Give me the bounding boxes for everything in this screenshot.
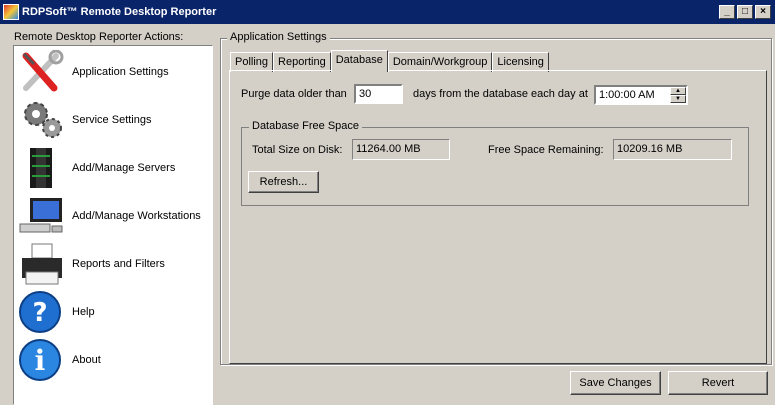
app-icon bbox=[3, 4, 19, 20]
action-about[interactable]: i About bbox=[18, 338, 212, 382]
action-label: Add/Manage Servers bbox=[72, 162, 176, 174]
maximize-button[interactable]: □ bbox=[737, 5, 753, 19]
purge-suffix-label: days from the database each day at bbox=[413, 88, 588, 100]
total-size-label: Total Size on Disk: bbox=[252, 144, 343, 156]
action-label: Reports and Filters bbox=[72, 258, 165, 270]
action-label: Add/Manage Workstations bbox=[72, 210, 201, 222]
svg-text:?: ? bbox=[32, 298, 47, 328]
window-title: RDPSoft™ Remote Desktop Reporter bbox=[22, 6, 217, 18]
tab-database[interactable]: Database bbox=[330, 50, 388, 72]
free-space-title: Database Free Space bbox=[249, 120, 363, 132]
revert-button[interactable]: Revert bbox=[668, 371, 768, 395]
help-icon: ? bbox=[18, 290, 66, 334]
action-label: Help bbox=[72, 306, 95, 318]
spin-down-icon[interactable]: ▼ bbox=[670, 95, 686, 103]
purge-label: Purge data older than bbox=[241, 88, 347, 100]
group-title: Application Settings bbox=[227, 31, 330, 43]
gears-icon bbox=[18, 98, 66, 142]
free-remaining-label: Free Space Remaining: bbox=[488, 144, 604, 156]
free-remaining-value: 10209.16 MB bbox=[613, 139, 732, 160]
database-tab-page bbox=[229, 70, 767, 364]
total-size-value: 11264.00 MB bbox=[352, 139, 450, 160]
info-icon: i bbox=[18, 338, 66, 382]
workstation-icon bbox=[18, 194, 66, 238]
action-label: About bbox=[72, 354, 101, 366]
action-add-manage-workstations[interactable]: Add/Manage Workstations bbox=[18, 194, 212, 238]
action-reports-and-filters[interactable]: Reports and Filters bbox=[18, 242, 212, 286]
tab-reporting[interactable]: Reporting bbox=[273, 52, 331, 72]
server-icon bbox=[18, 146, 66, 190]
settings-tabs: Polling Reporting Database Domain/Workgr… bbox=[230, 50, 549, 72]
purge-days-input[interactable]: 30 bbox=[354, 84, 403, 104]
purge-time-value: 1:00:00 AM bbox=[599, 89, 655, 101]
action-service-settings[interactable]: Service Settings bbox=[18, 98, 212, 142]
tools-icon bbox=[18, 49, 66, 94]
window-titlebar[interactable]: RDPSoft™ Remote Desktop Reporter _ □ × bbox=[0, 0, 775, 24]
tab-licensing[interactable]: Licensing bbox=[492, 52, 549, 72]
action-label: Service Settings bbox=[72, 114, 152, 126]
close-button[interactable]: × bbox=[755, 5, 771, 19]
tab-polling[interactable]: Polling bbox=[230, 52, 274, 72]
action-add-manage-servers[interactable]: Add/Manage Servers bbox=[18, 146, 212, 190]
refresh-button[interactable]: Refresh... bbox=[248, 171, 319, 193]
printer-icon bbox=[18, 242, 66, 286]
action-label: Application Settings bbox=[72, 66, 169, 78]
actions-panel: Application Settings Service Settings Ad… bbox=[13, 45, 213, 405]
save-changes-button[interactable]: Save Changes bbox=[570, 371, 661, 395]
action-application-settings[interactable]: Application Settings bbox=[18, 49, 212, 94]
minimize-button[interactable]: _ bbox=[719, 5, 735, 19]
spin-up-icon[interactable]: ▲ bbox=[670, 87, 686, 95]
svg-text:i: i bbox=[35, 344, 46, 377]
actions-heading: Remote Desktop Reporter Actions: bbox=[14, 31, 184, 43]
time-spinner[interactable]: ▲ ▼ bbox=[670, 87, 686, 103]
tab-domain-workgroup[interactable]: Domain/Workgroup bbox=[387, 52, 493, 72]
action-help[interactable]: ? Help bbox=[18, 290, 212, 334]
